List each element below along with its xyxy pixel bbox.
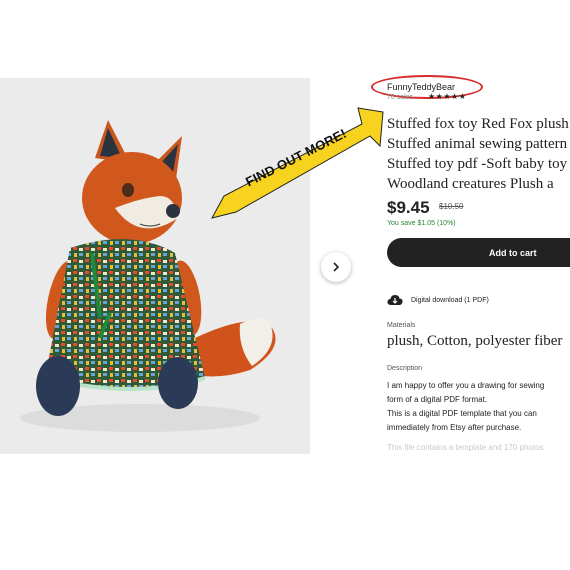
title-line: Stuffed toy pdf -Soft baby toy [387,156,568,172]
digital-download-label: Digital download (1 PDF) [411,296,489,304]
description-line-faded: This file contains a template and 170 ph… [387,443,544,452]
title-line: Woodland creatures Plush a [387,176,554,192]
cloud-download-icon [387,295,403,305]
description-text: I am happy to offer you a drawing for se… [387,379,570,455]
original-price: $10.50 [439,202,464,211]
description-line: This is a digital PDF template that you … [387,409,537,418]
chevron-right-icon [333,262,340,272]
materials-heading: Materials [387,322,416,329]
add-to-cart-button[interactable]: Add to cart [387,238,570,267]
description-line: form of a digital PDF format. [387,395,488,404]
savings-text: You save $1.05 (10%) [387,220,456,227]
next-image-button[interactable] [321,252,351,282]
description-heading: Description [387,365,423,372]
digital-download-row: Digital download (1 PDF) [387,294,489,306]
sales-count: 76 sales [387,94,414,101]
shop-name-link[interactable]: FunnyTeddyBear [387,82,455,92]
current-price: $9.45 [387,198,430,217]
listing-title: Stuffed fox toy Red Fox plush Stuffed an… [387,114,570,194]
materials-value: plush, Cotton, polyester fiber [387,333,563,349]
description-line: immediately from Etsy after purchase. [387,423,522,432]
title-line: Stuffed fox toy Red Fox plush [387,116,569,132]
rating-stars[interactable]: ★★★★★ [428,92,466,101]
description-line: I am happy to offer you a drawing for se… [387,381,545,390]
title-line: Stuffed animal sewing pattern [387,136,568,152]
